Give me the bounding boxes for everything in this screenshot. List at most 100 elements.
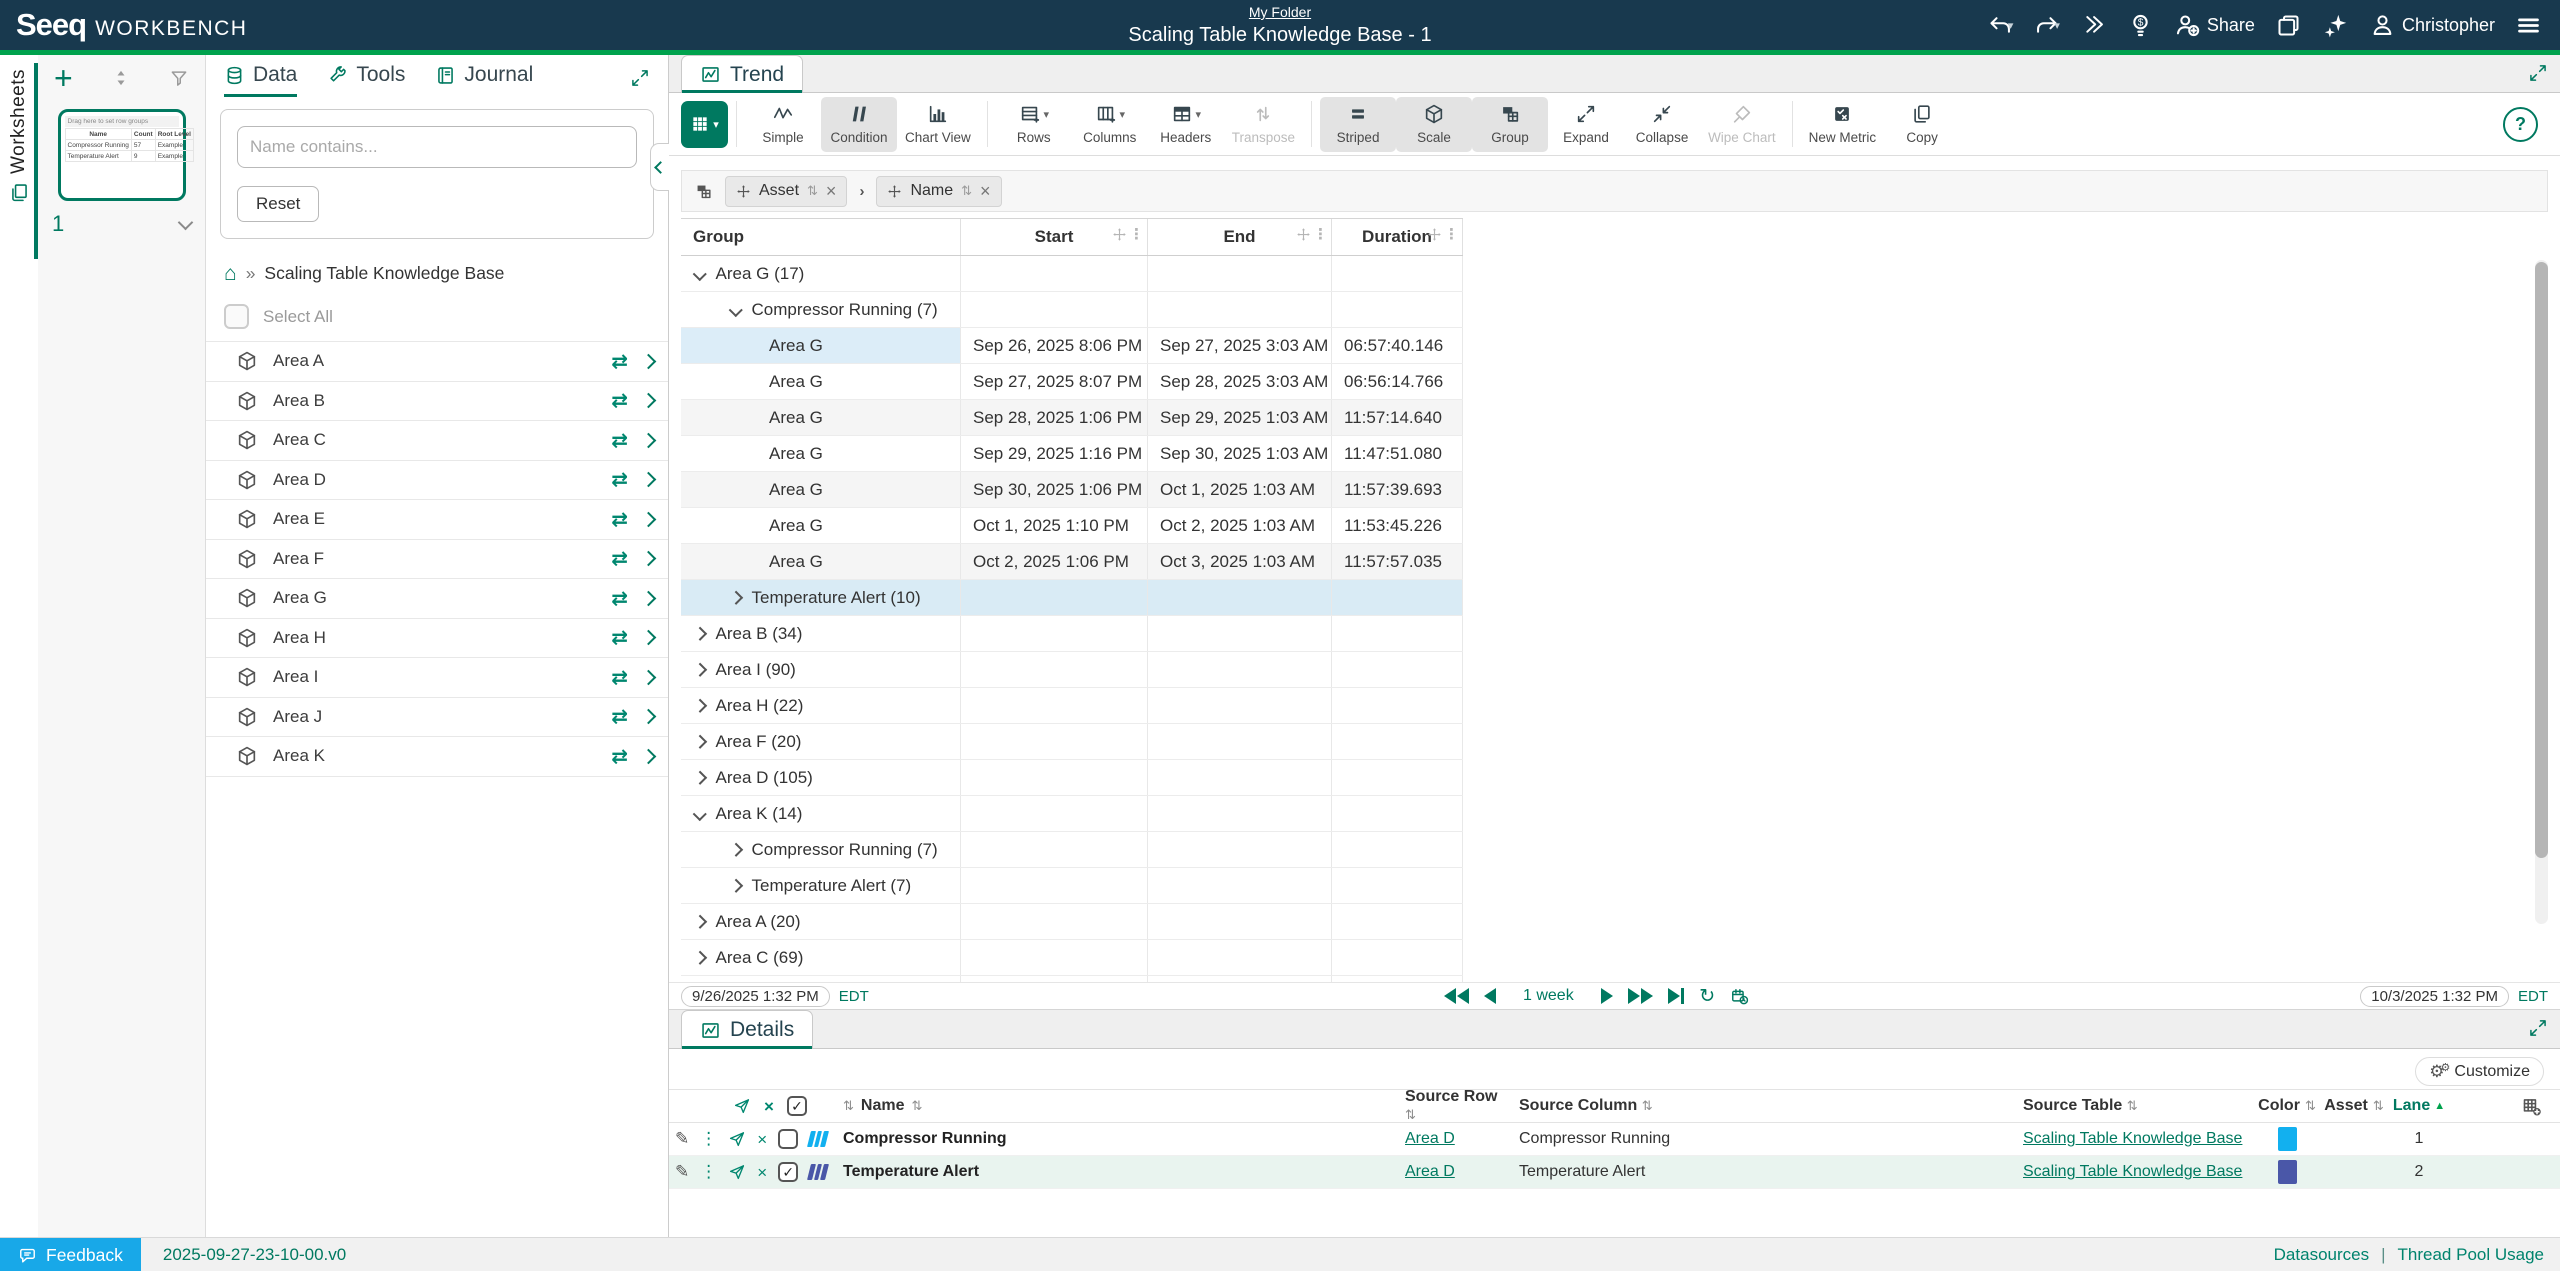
sort-icon[interactable]: ⇅ bbox=[2127, 1098, 2138, 1113]
asset-swap-icon[interactable]: ⇄ bbox=[611, 388, 628, 413]
user-menu[interactable]: Christopher bbox=[2369, 12, 2495, 39]
rows-button[interactable]: ▾Rows bbox=[996, 97, 1072, 152]
collapse-group-chevron-icon[interactable] bbox=[693, 267, 706, 280]
redo-caret-icon[interactable]: ▾ bbox=[2054, 19, 2060, 32]
breadcrumb-folder-link[interactable]: My Folder bbox=[1249, 4, 1311, 20]
details-column-name[interactable]: Name bbox=[861, 1097, 905, 1115]
details-column-color[interactable]: Color⇅ bbox=[2251, 1097, 2323, 1115]
range-end-input[interactable]: 10/3/2025 1:32 PM bbox=[2360, 986, 2509, 1007]
group-chip-name[interactable]: Name ⇅ × bbox=[876, 176, 1001, 207]
expand-group-chevron-icon[interactable] bbox=[693, 915, 706, 928]
color-swatch[interactable] bbox=[2278, 1127, 2297, 1151]
edit-item-icon[interactable]: ✎ bbox=[675, 1162, 689, 1182]
column-menu-icon[interactable]: ⋮ bbox=[1129, 227, 1144, 242]
move-icon[interactable] bbox=[736, 184, 751, 199]
asset-swap-all-icon[interactable] bbox=[733, 1097, 751, 1115]
move-icon[interactable] bbox=[1112, 227, 1127, 242]
filter-worksheets-icon[interactable] bbox=[169, 68, 189, 88]
trend-expand-icon[interactable] bbox=[2528, 63, 2548, 83]
expand-group-chevron-icon[interactable] bbox=[693, 699, 706, 712]
condition-button[interactable]: Condition bbox=[821, 97, 897, 152]
asset-swap-icon[interactable]: ⇄ bbox=[611, 546, 628, 571]
asset-list-item[interactable]: Area E⇄ bbox=[206, 500, 668, 540]
capsule-row[interactable]: Area GSep 27, 2025 8:07 PMSep 28, 2025 3… bbox=[681, 364, 1463, 400]
move-icon[interactable] bbox=[1427, 227, 1442, 242]
step-back-icon[interactable] bbox=[1484, 988, 1496, 1004]
item-menu-icon[interactable]: ⋮ bbox=[700, 1131, 717, 1146]
chevron-right-icon[interactable] bbox=[641, 432, 657, 448]
capsule-row[interactable]: Area GSep 30, 2025 1:06 PMOct 1, 2025 1:… bbox=[681, 472, 1463, 508]
ai-assistant-icon[interactable] bbox=[2322, 12, 2349, 39]
asset-swap-icon[interactable]: ⇄ bbox=[611, 507, 628, 532]
asset-swap-icon[interactable]: ⇄ bbox=[611, 467, 628, 492]
thread-pool-usage-link[interactable]: Thread Pool Usage bbox=[2398, 1245, 2544, 1265]
hamburger-menu-icon[interactable] bbox=[2515, 12, 2542, 39]
collapse-group-chevron-icon[interactable] bbox=[729, 303, 742, 316]
capsule-row[interactable]: Area GOct 2, 2025 1:06 PMOct 3, 2025 1:0… bbox=[681, 544, 1463, 580]
remove-item-icon[interactable]: × bbox=[757, 1164, 767, 1181]
sort-icon[interactable]: ⇅ bbox=[2373, 1098, 2384, 1114]
tab-trend[interactable]: Trend bbox=[681, 55, 803, 93]
column-header-start[interactable]: Start⋮ bbox=[961, 219, 1148, 255]
expand-group-chevron-icon[interactable] bbox=[693, 627, 706, 640]
asset-swap-icon[interactable]: ⇄ bbox=[611, 349, 628, 374]
columns-button[interactable]: ▾Columns bbox=[1072, 97, 1148, 152]
feedback-button[interactable]: Feedback bbox=[0, 1238, 141, 1271]
customize-button[interactable]: ⚙⚙ Customize bbox=[2415, 1057, 2544, 1086]
chart-view-button[interactable]: Chart View bbox=[897, 97, 979, 152]
tab-journal[interactable]: Journal bbox=[435, 63, 533, 97]
remove-chip-icon[interactable]: × bbox=[826, 182, 837, 200]
sort-icon[interactable]: ⇅ bbox=[2305, 1098, 2316, 1114]
group-row[interactable]: Area G (17) bbox=[681, 256, 1463, 292]
details-column-lane[interactable]: Lane▲ bbox=[2385, 1097, 2453, 1115]
column-header-group[interactable]: Group bbox=[681, 219, 961, 255]
add-worksheet-button[interactable]: + bbox=[54, 65, 73, 91]
view-selector-button[interactable]: ▾ bbox=[681, 101, 728, 148]
details-item-row[interactable]: ✎ ⋮ × ✓ Temperature Alert Area D Tempera… bbox=[669, 1156, 2560, 1189]
forward-icon[interactable] bbox=[2080, 12, 2107, 39]
details-column-source-row[interactable]: Source Row ⇅ bbox=[1397, 1088, 1511, 1124]
item-name[interactable]: Compressor Running bbox=[843, 1130, 1007, 1148]
group-row[interactable]: Area B (34) bbox=[681, 616, 1463, 652]
capsule-row[interactable]: Area GSep 28, 2025 1:06 PMSep 29, 2025 1… bbox=[681, 400, 1463, 436]
expand-button[interactable]: Expand bbox=[1548, 97, 1624, 152]
edit-item-icon[interactable]: ✎ bbox=[675, 1129, 689, 1149]
expand-group-chevron-icon[interactable] bbox=[693, 735, 706, 748]
group-row[interactable]: Area H (22) bbox=[681, 688, 1463, 724]
sort-icon[interactable]: ⇅ bbox=[1642, 1098, 1653, 1113]
asset-list-item[interactable]: Area A⇄ bbox=[206, 342, 668, 382]
expand-group-chevron-icon[interactable] bbox=[729, 843, 742, 856]
breadcrumb-label[interactable]: Scaling Table Knowledge Base bbox=[264, 263, 504, 284]
expand-group-chevron-icon[interactable] bbox=[693, 663, 706, 676]
headers-button[interactable]: ▾Headers bbox=[1148, 97, 1224, 152]
asset-swap-icon[interactable]: ⇄ bbox=[611, 586, 628, 611]
chevron-right-icon[interactable] bbox=[641, 748, 657, 764]
asset-swap-item-icon[interactable] bbox=[728, 1163, 746, 1181]
asset-list-item[interactable]: Area F⇄ bbox=[206, 540, 668, 580]
duration-link[interactable]: 1 week bbox=[1523, 987, 1574, 1005]
datasources-link[interactable]: Datasources bbox=[2274, 1245, 2369, 1265]
redo-button[interactable]: ▾ bbox=[2033, 12, 2060, 39]
expand-group-chevron-icon[interactable] bbox=[729, 879, 742, 892]
source-table-link[interactable]: Scaling Table Knowledge Base bbox=[2023, 1130, 2242, 1147]
undo-caret-icon[interactable]: ▾ bbox=[2008, 19, 2014, 32]
asset-list-item[interactable]: Area K⇄ bbox=[206, 737, 668, 777]
asset-list-item[interactable]: Area I⇄ bbox=[206, 658, 668, 698]
group-row[interactable]: Compressor Running (7) bbox=[681, 292, 1463, 328]
chevron-right-icon[interactable] bbox=[641, 551, 657, 567]
chevron-right-icon[interactable] bbox=[641, 709, 657, 725]
asset-swap-icon[interactable]: ⇄ bbox=[611, 744, 628, 769]
asset-list-item[interactable]: Area H⇄ bbox=[206, 619, 668, 659]
step-forward-full-icon[interactable] bbox=[1628, 988, 1653, 1004]
capsule-row[interactable]: Area GSep 29, 2025 1:16 PMSep 30, 2025 1… bbox=[681, 436, 1463, 472]
source-row-link[interactable]: Area D bbox=[1405, 1130, 1455, 1147]
column-menu-icon[interactable]: ⋮ bbox=[1313, 227, 1328, 242]
group-chip-asset[interactable]: Asset ⇅ × bbox=[725, 176, 847, 207]
striped-button[interactable]: Striped bbox=[1320, 97, 1396, 152]
column-header-end[interactable]: End⋮ bbox=[1148, 219, 1332, 255]
reset-button[interactable]: Reset bbox=[237, 186, 319, 222]
worksheets-collapse-chevron-icon[interactable] bbox=[178, 214, 194, 230]
simple-button[interactable]: Simple bbox=[745, 97, 821, 152]
item-checkbox[interactable] bbox=[778, 1129, 798, 1149]
collapse-panel-handle[interactable] bbox=[650, 143, 669, 191]
